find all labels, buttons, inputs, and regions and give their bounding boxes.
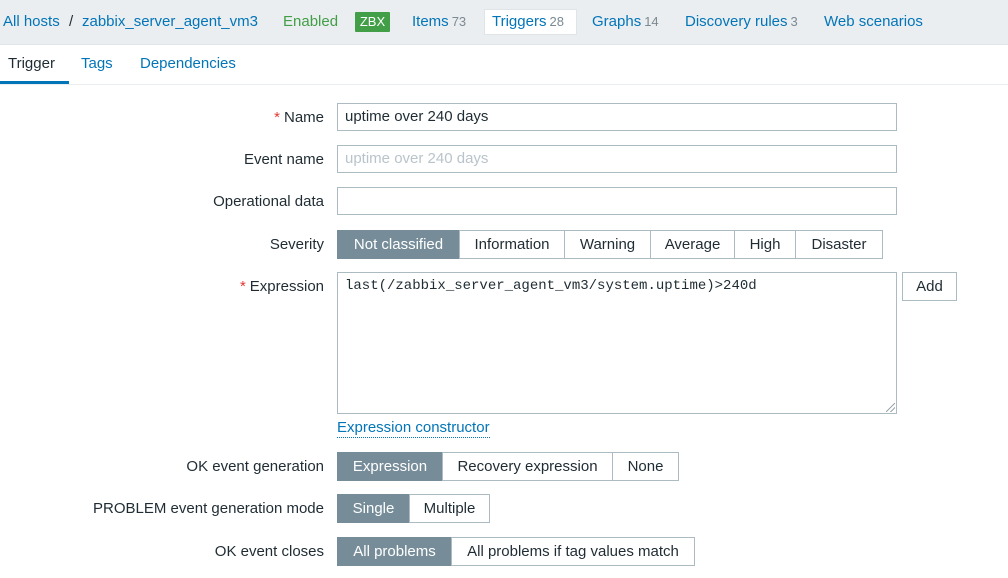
severity-warning[interactable]: Warning: [564, 230, 651, 259]
form-tab-dependencies[interactable]: Dependencies: [140, 55, 236, 72]
problem-mode-label: PROBLEM event generation mode: [93, 500, 324, 517]
ok-event-generation-recovery-expression[interactable]: Recovery expression: [442, 452, 613, 481]
expression-constructor-link[interactable]: Expression constructor: [337, 419, 490, 438]
tab-discovery-rules-count: 3: [790, 14, 798, 29]
ok-event-generation-none[interactable]: None: [612, 452, 679, 481]
expression-text: last(/zabbix_server_agent_vm3/system.upt…: [345, 278, 757, 294]
tab-graphs-label: Graphs: [592, 13, 642, 30]
host-status-enabled[interactable]: Enabled: [283, 13, 338, 30]
resize-grip-icon[interactable]: [886, 403, 895, 412]
tab-items[interactable]: Items 73: [412, 13, 466, 30]
name-input[interactable]: uptime over 240 days: [337, 103, 897, 131]
active-tab-indicator: [0, 81, 69, 84]
ok-event-closes-selector: All problems All problems if tag values …: [337, 537, 695, 566]
zbx-availability-badge: ZBX: [355, 12, 390, 32]
host-navigation: All hosts / zabbix_server_agent_vm3 Enab…: [0, 0, 1008, 45]
event-name-input[interactable]: uptime over 240 days: [337, 145, 897, 173]
ok-event-closes-all-problems[interactable]: All problems: [337, 537, 452, 566]
tab-triggers-label: Triggers: [492, 13, 547, 30]
operational-data-label: Operational data: [213, 193, 324, 210]
tab-discovery-rules-label: Discovery rules: [685, 13, 788, 30]
ok-event-generation-selector: Expression Recovery expression None: [337, 452, 679, 481]
breadcrumb-separator: /: [69, 13, 74, 30]
problem-mode-multiple[interactable]: Multiple: [409, 494, 490, 523]
expression-label: * Expression: [240, 278, 324, 295]
severity-disaster[interactable]: Disaster: [795, 230, 883, 259]
form-tab-trigger[interactable]: Trigger: [8, 55, 55, 72]
ok-event-closes-tag-match[interactable]: All problems if tag values match: [451, 537, 695, 566]
tab-items-count: 73: [451, 14, 467, 29]
tab-triggers[interactable]: Triggers 28: [492, 13, 564, 30]
ok-event-generation-expression[interactable]: Expression: [337, 452, 443, 481]
tab-web-scenarios[interactable]: Web scenarios: [824, 13, 923, 30]
tab-triggers-count: 28: [549, 14, 564, 29]
expression-label-text: Expression: [249, 278, 324, 295]
tab-graphs-count: 14: [644, 14, 659, 29]
breadcrumb-all-hosts[interactable]: All hosts: [3, 13, 60, 30]
breadcrumb-host[interactable]: zabbix_server_agent_vm3: [82, 13, 258, 30]
problem-mode-single[interactable]: Single: [337, 494, 410, 523]
name-label: * Name: [274, 109, 324, 126]
severity-information[interactable]: Information: [459, 230, 565, 259]
expression-textarea[interactable]: last(/zabbix_server_agent_vm3/system.upt…: [337, 272, 897, 414]
tab-graphs[interactable]: Graphs 14: [592, 13, 659, 30]
problem-mode-selector: Single Multiple: [337, 494, 490, 523]
severity-average[interactable]: Average: [650, 230, 735, 259]
severity-not-classified[interactable]: Not classified: [337, 230, 460, 259]
ok-event-generation-label: OK event generation: [186, 458, 324, 475]
form-tab-tags[interactable]: Tags: [81, 55, 113, 72]
event-name-label: Event name: [243, 151, 324, 168]
ok-event-closes-label: OK event closes: [214, 543, 324, 560]
name-label-text: Name: [283, 109, 324, 126]
operational-data-input[interactable]: [337, 187, 897, 215]
tab-discovery-rules[interactable]: Discovery rules 3: [685, 13, 798, 30]
severity-label: Severity: [269, 236, 324, 253]
required-asterisk: *: [274, 109, 280, 126]
form-tabs: Trigger Tags Dependencies: [0, 46, 1008, 85]
required-asterisk: *: [239, 278, 246, 295]
severity-selector: Not classified Information Warning Avera…: [337, 230, 883, 259]
severity-high[interactable]: High: [734, 230, 796, 259]
tab-items-label: Items: [412, 13, 449, 30]
add-expression-button[interactable]: Add: [902, 272, 957, 301]
